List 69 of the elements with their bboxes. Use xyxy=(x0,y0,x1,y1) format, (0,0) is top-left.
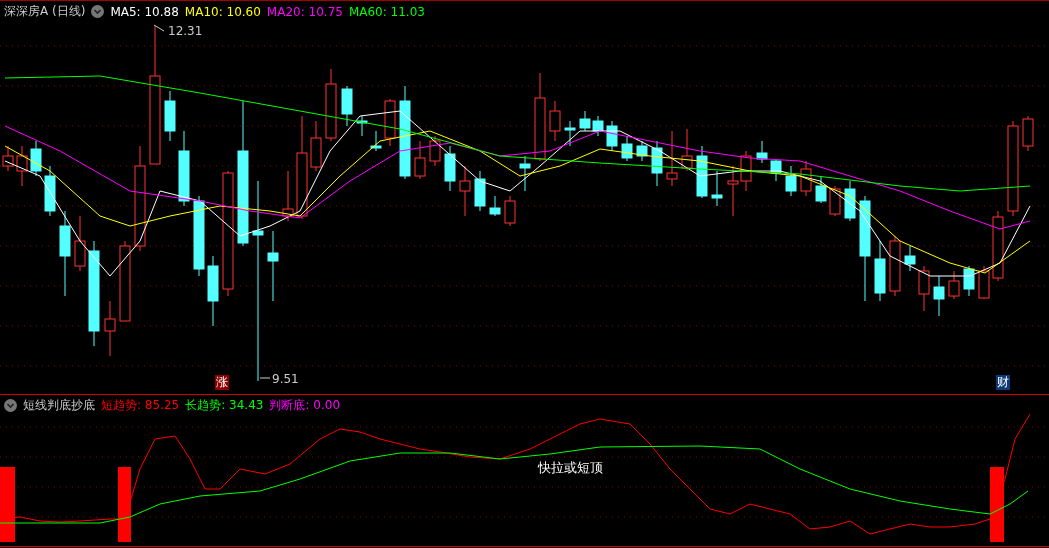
indicator-value: 判断底: 0.00 xyxy=(269,397,340,414)
candlestick xyxy=(504,195,516,227)
candlestick xyxy=(549,100,561,142)
candlestick xyxy=(519,155,531,192)
candlestick xyxy=(874,240,886,302)
dropdown-icon[interactable] xyxy=(91,5,105,18)
candlestick xyxy=(579,110,591,132)
candlestick xyxy=(44,165,56,217)
chart-annotation: 快拉或短顶 xyxy=(538,460,603,475)
candlestick xyxy=(341,85,353,127)
candlestick xyxy=(207,255,219,327)
candlestick xyxy=(933,275,945,317)
indicator-title: 短线判底抄底 xyxy=(23,397,95,414)
candlestick xyxy=(800,160,812,197)
candlestick xyxy=(414,140,426,180)
candlestick xyxy=(564,120,576,147)
candlestick xyxy=(356,115,368,137)
candlestick xyxy=(740,150,752,192)
candlestick xyxy=(384,98,396,147)
candlestick xyxy=(992,210,1004,282)
price-label: 9.51 xyxy=(259,372,299,386)
candlestick xyxy=(904,245,916,272)
candlestick xyxy=(829,185,841,217)
candlestick xyxy=(30,140,42,177)
candlestick xyxy=(606,120,618,152)
candlestick xyxy=(844,180,856,222)
candlestick xyxy=(918,265,930,312)
candlestick xyxy=(429,135,441,167)
candlestick xyxy=(16,145,28,187)
event-marker[interactable]: 涨 xyxy=(215,375,229,390)
candlestick xyxy=(489,195,501,217)
moving-average-value: MA60: 11.03 xyxy=(348,4,425,19)
candlestick xyxy=(681,128,693,172)
moving-average-value: MA20: 10.75 xyxy=(266,4,343,19)
candlestick xyxy=(651,140,663,187)
candlestick xyxy=(770,158,782,182)
candlestick xyxy=(727,165,739,217)
indicator-value: 短趋势: 85.25 xyxy=(101,397,180,414)
candlestick xyxy=(621,135,633,162)
candlestick xyxy=(444,145,456,192)
candlestick xyxy=(310,120,322,172)
candlestick xyxy=(74,215,86,272)
candlestick xyxy=(474,170,486,212)
candlestick xyxy=(282,170,294,222)
candlestick xyxy=(756,140,768,164)
candlestick xyxy=(666,130,678,187)
candlestick xyxy=(711,170,723,207)
candlestick xyxy=(889,235,901,297)
stock-title: 深深房A (日线) xyxy=(4,3,86,20)
candlestick xyxy=(370,130,382,152)
candlestick xyxy=(104,300,116,357)
candlestick xyxy=(815,175,827,204)
dropdown-icon[interactable] xyxy=(4,399,17,412)
moving-average-value: MA5: 10.88 xyxy=(110,4,179,19)
candlestick xyxy=(1022,115,1034,152)
candlestick xyxy=(963,265,975,297)
candlestick xyxy=(696,145,708,199)
candlestick xyxy=(459,165,471,217)
candlestick xyxy=(948,270,960,300)
candlestick xyxy=(592,115,604,137)
candlestick xyxy=(785,165,797,197)
candlestick xyxy=(267,230,279,302)
price-label: 12.31 xyxy=(153,24,203,38)
candlestick xyxy=(978,265,990,300)
candlestick xyxy=(636,140,648,162)
indicator-value: 长趋势: 34.43 xyxy=(185,397,264,414)
moving-average-value: MA10: 10.60 xyxy=(184,4,261,19)
event-marker[interactable]: 财 xyxy=(996,375,1010,390)
candlestick xyxy=(164,90,176,142)
